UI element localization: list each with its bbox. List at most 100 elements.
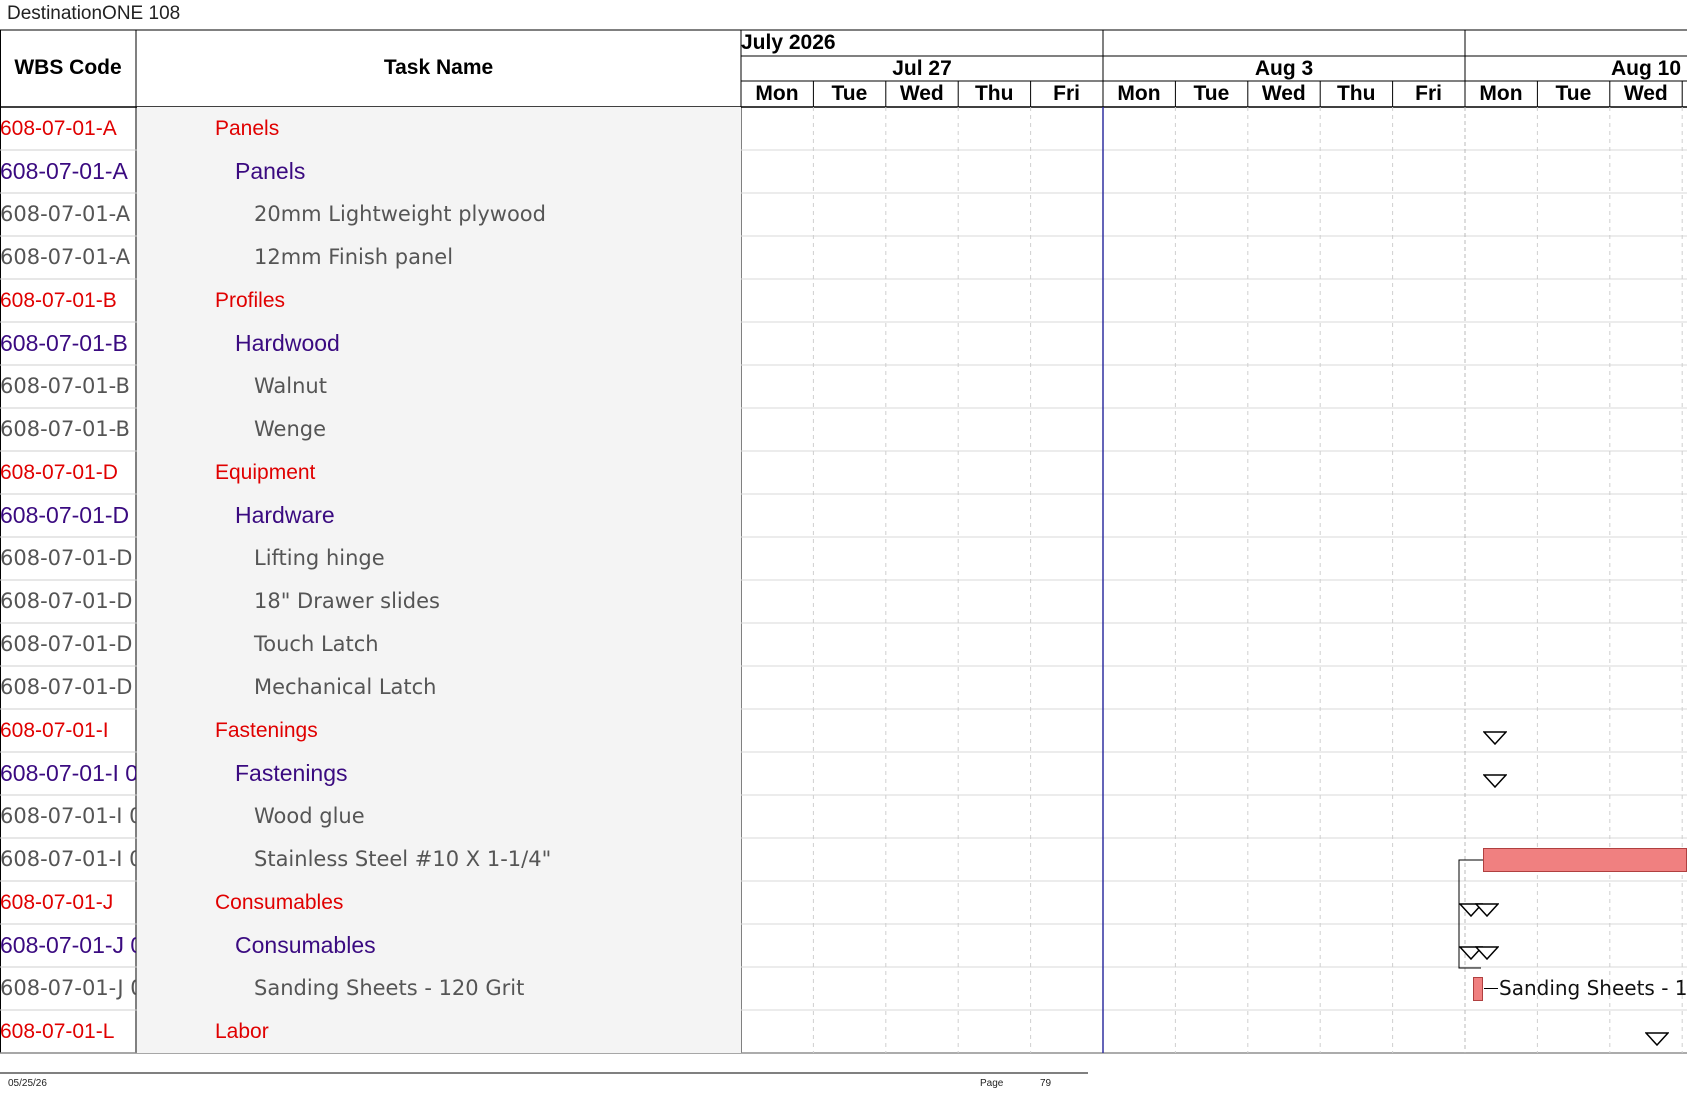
task-name-cell[interactable]: Panels (137, 107, 741, 150)
task-name-cell[interactable]: Walnut (137, 365, 741, 408)
task-name-cell[interactable]: Wenge (137, 408, 741, 451)
task-name-cell[interactable]: Hardwood (137, 322, 741, 365)
wbs-code-cell[interactable]: 608-07-01-A (0, 150, 136, 193)
task-name-cell[interactable]: Equipment (137, 451, 741, 494)
gantt-bar-label: Sanding Sheets - 12 (1499, 976, 1687, 1000)
task-name-cell[interactable]: 20mm Lightweight plywood (137, 193, 741, 236)
table-row[interactable]: 608-07-01-B Profiles (0, 279, 741, 322)
week-label: Aug 10 (1610, 57, 1681, 80)
table-row[interactable]: 608-07-01-A Panels (0, 107, 741, 150)
table-row[interactable]: 608-07-01-J 01 Sanding Sheets - 120 Grit (0, 967, 741, 1010)
task-name-cell[interactable]: Sanding Sheets - 120 Grit (137, 967, 741, 1010)
table-row[interactable]: 608-07-01-D 0 Touch Latch (0, 623, 741, 666)
table-row[interactable]: 608-07-01-B 0 Wenge (0, 408, 741, 451)
day-label: Tue (1555, 82, 1592, 105)
week-label: Aug 3 (1254, 57, 1314, 80)
wbs-code-cell[interactable]: 608-07-01-D 0 (0, 580, 136, 623)
table-row[interactable]: 608-07-01-D 0 Lifting hinge (0, 537, 741, 580)
wbs-code-cell[interactable]: 608-07-01-I 01 (0, 795, 136, 838)
task-name-label: Equipment (215, 461, 316, 484)
wbs-code-cell[interactable]: 608-07-01-I (0, 709, 136, 752)
footer-page-number: 79 (1040, 1078, 1052, 1089)
dependency-connector (1458, 859, 1483, 969)
table-row[interactable]: 608-07-01-D 0 Mechanical Latch (0, 666, 741, 709)
task-name-label: Consumables (235, 932, 376, 958)
table-row[interactable]: 608-07-01-D Hardware (0, 494, 741, 537)
task-name-cell[interactable]: Consumables (137, 924, 741, 967)
task-name-cell[interactable]: Hardware (137, 494, 741, 537)
task-name-cell[interactable]: Fastenings (137, 752, 741, 795)
day-label: Tue (831, 82, 868, 105)
table-row[interactable]: 608-07-01-J 0 Consumables (0, 924, 741, 967)
table-row[interactable]: 608-07-01-A 0 20mm Lightweight plywood (0, 193, 741, 236)
footer-date: 05/25/26 (8, 1078, 47, 1089)
wbs-code-cell[interactable]: 608-07-01-I 0 (0, 752, 136, 795)
task-name-label: Mechanical Latch (254, 675, 437, 699)
task-name-label: Labor (215, 1020, 269, 1043)
wbs-code-cell[interactable]: 608-07-01-D 0 (0, 623, 136, 666)
table-row[interactable]: 608-07-01-I 01 Wood glue (0, 795, 741, 838)
wbs-code-cell[interactable]: 608-07-01-D 0 (0, 666, 136, 709)
wbs-code-cell[interactable]: 608-07-01-B 0 (0, 408, 136, 451)
task-bar[interactable] (1483, 848, 1687, 872)
task-name-cell[interactable]: 18" Drawer slides (137, 580, 741, 623)
task-name-cell[interactable]: Mechanical Latch (137, 666, 741, 709)
task-name-label: Fastenings (215, 719, 318, 742)
footer-page-label: Page (980, 1078, 1004, 1089)
task-name-cell[interactable]: Touch Latch (137, 623, 741, 666)
task-name-cell[interactable]: Stainless Steel #10 X 1-1/4" (137, 838, 741, 881)
table-row[interactable]: 608-07-01-B Hardwood (0, 322, 741, 365)
task-name-header[interactable]: Task Name (136, 30, 741, 106)
wbs-code-cell[interactable]: 608-07-01-L (0, 1010, 136, 1053)
task-name-cell[interactable]: Fastenings (137, 709, 741, 752)
wbs-code-cell[interactable]: 608-07-01-J (0, 881, 136, 924)
day-label: Fri (1053, 82, 1081, 105)
task-name-cell[interactable]: Labor (137, 1010, 741, 1053)
day-label: Mon (755, 82, 799, 105)
table-row[interactable]: 608-07-01-A Panels (0, 150, 741, 193)
summary-milestone-icon[interactable] (1645, 1032, 1669, 1046)
wbs-code-cell[interactable]: 608-07-01-J 01 (0, 967, 136, 1010)
table-row[interactable]: 608-07-01-I 0 Fastenings (0, 752, 741, 795)
summary-milestone-icon[interactable] (1483, 731, 1507, 745)
day-label: Wed (899, 82, 944, 105)
task-bar[interactable] (1473, 977, 1483, 1001)
wbs-code-cell[interactable]: 608-07-01-A 0 (0, 236, 136, 279)
table-row[interactable]: 608-07-01-A 0 12mm Finish panel (0, 236, 741, 279)
task-name-label: Panels (215, 117, 280, 140)
task-name-label: Lifting hinge (254, 546, 385, 570)
task-name-cell[interactable]: Consumables (137, 881, 741, 924)
wbs-code-cell[interactable]: 608-07-01-B (0, 279, 136, 322)
task-name-cell[interactable]: Wood glue (137, 795, 741, 838)
wbs-code-cell[interactable]: 608-07-01-D 0 (0, 537, 136, 580)
table-row[interactable]: 608-07-01-D 0 18" Drawer slides (0, 580, 741, 623)
task-name-cell[interactable]: 12mm Finish panel (137, 236, 741, 279)
wbs-code-cell[interactable]: 608-07-01-J 0 (0, 924, 136, 967)
wbs-code-cell[interactable]: 608-07-01-B (0, 322, 136, 365)
task-name-cell[interactable]: Profiles (137, 279, 741, 322)
table-row[interactable]: 608-07-01-I Fastenings (0, 709, 741, 752)
task-name-label: Wenge (254, 417, 327, 441)
wbs-code-cell[interactable]: 608-07-01-A (0, 107, 136, 150)
task-name-label: Hardwood (235, 330, 340, 356)
task-name-cell[interactable]: Panels (137, 150, 741, 193)
day-label: Thu (974, 82, 1014, 105)
table-row[interactable]: 608-07-01-I 01 Stainless Steel #10 X 1-1/… (0, 838, 741, 881)
table-row[interactable]: 608-07-01-L Labor (0, 1010, 741, 1053)
wbs-code-header[interactable]: WBS Code (0, 30, 136, 106)
wbs-code-cell[interactable]: 608-07-01-B 0 (0, 365, 136, 408)
task-name-cell[interactable]: Lifting hinge (137, 537, 741, 580)
table-row[interactable]: 608-07-01-D Equipment (0, 451, 741, 494)
wbs-code-cell[interactable]: 608-07-01-I 01 (0, 838, 136, 881)
wbs-code-cell[interactable]: 608-07-01-D (0, 494, 136, 537)
table-row[interactable]: 608-07-01-B 0 Walnut (0, 365, 741, 408)
task-name-label: Panels (235, 158, 306, 184)
summary-milestone-icon[interactable] (1483, 774, 1507, 788)
task-name-label: Consumables (215, 891, 344, 914)
wbs-code-cell[interactable]: 608-07-01-A 0 (0, 193, 136, 236)
task-name-label: Profiles (215, 289, 286, 312)
task-name-label: Stainless Steel #10 X 1-1/4" (254, 847, 552, 871)
table-row[interactable]: 608-07-01-J Consumables (0, 881, 741, 924)
wbs-code-cell[interactable]: 608-07-01-D (0, 451, 136, 494)
task-name-label: 12mm Finish panel (254, 245, 454, 269)
